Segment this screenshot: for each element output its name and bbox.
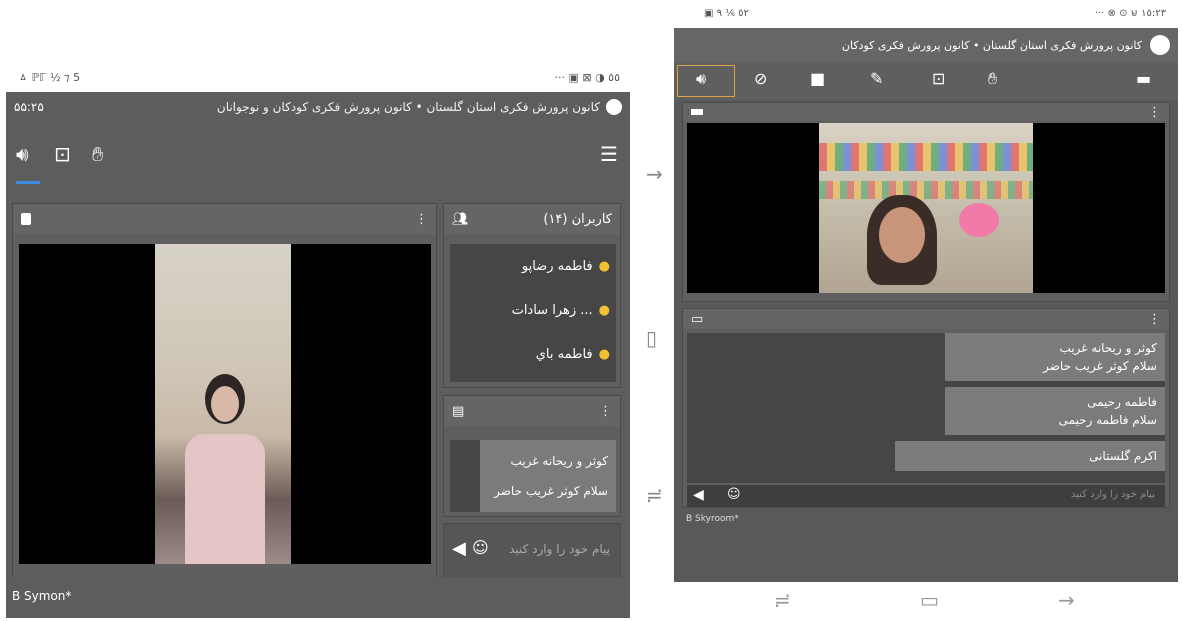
time-label: ۵۵:۲۵ <box>14 100 44 114</box>
chat-message: فاطمه رحیمی سلام فاطمه رحیمی <box>945 387 1165 435</box>
active-tab-indicator <box>16 181 40 184</box>
presentation-icon[interactable]: ⊡ <box>54 142 71 166</box>
menu-icon[interactable]: ▬ <box>1136 69 1151 88</box>
recent-apps-icon[interactable]: ≓ <box>774 588 791 612</box>
send-icon[interactable]: ◀ <box>452 538 466 559</box>
chat-message: اکرم گلستانی <box>895 441 1165 471</box>
speaker-icon[interactable]: 🔊︎ <box>696 69 706 89</box>
more-options-icon[interactable]: ⋮ <box>1148 105 1161 120</box>
participant-video <box>819 123 1033 293</box>
more-options-icon[interactable]: ⋮ <box>1148 312 1161 327</box>
emoji-icon[interactable]: ☺ <box>727 487 741 502</box>
raise-hand-icon[interactable]: ✋︎ <box>92 142 103 166</box>
chat-messages: کوثر و ریحانه غریب سلام کوثر غریب حاضر <box>450 440 616 512</box>
status-left: ▣ ٥٢ ⅙ ٩ <box>704 7 749 19</box>
video-area <box>687 123 1165 293</box>
chat-icon: ▭ <box>691 311 704 327</box>
recent-apps-icon[interactable]: ≓ <box>646 483 663 507</box>
arrow-right-icon[interactable]: → <box>646 162 663 186</box>
status-right: ··· ⊗ ⊙ ⊌ ١٥:٢٣ <box>1094 7 1166 19</box>
emoji-icon[interactable]: ☺ <box>472 538 489 557</box>
send-icon[interactable]: ◀ <box>693 487 704 503</box>
user-avatar-icon[interactable] <box>606 99 622 115</box>
list-item[interactable]: فاطمه رضاپو ● <box>450 244 616 288</box>
portrait-screenshot: ▣ ٥٢ ⅙ ٩ ··· ⊗ ⊙ ⊌ ١٥:٢٣ کانون پرورش فکر… <box>674 0 1178 621</box>
chat-panel-header: ▭ ⋮ <box>683 309 1169 329</box>
chat-icon: ▤ <box>452 403 465 419</box>
status-right: ··· ▣ ⊠ ◑ ٥٥ <box>554 70 620 84</box>
chat-input[interactable]: پیام خود را وارد کنید <box>1071 489 1155 500</box>
user-avatar-icon[interactable] <box>1150 35 1170 55</box>
menu-icon[interactable]: ☰ <box>600 142 618 166</box>
pen-icon[interactable]: ✎ <box>870 69 883 88</box>
title-bar: ۵۵:۲۵ کانون پرورش فکری استان گلستان • کا… <box>6 92 630 122</box>
users-panel-header: 👥︎ کاربران (۱۴) <box>444 204 620 234</box>
toolbar: 🔊︎ ⊘ ■ ✎ ⊡ ✋︎ ▬ <box>674 62 1178 100</box>
chat-message: کوثر و ریحانه غریب سلام کوثر غریب حاضر <box>480 440 616 512</box>
chat-message: کوثر و ریحانه غریب سلام کوثر غریب حاضر <box>945 333 1165 381</box>
status-left: ㅿ ℙℾ ½ ⁊ 5 <box>18 71 81 84</box>
footer: B Symon* <box>6 577 630 618</box>
video-area <box>19 244 431 564</box>
title-bar: کانون پرورش فکری استان گلستان • کانون پر… <box>674 28 1178 62</box>
square-icon[interactable]: ▯ <box>646 326 657 350</box>
presentation-icon[interactable]: ⊡ <box>932 69 945 88</box>
more-options-icon[interactable]: ⋮ <box>599 404 612 419</box>
chat-panel: ▤ ⋮ کوثر و ریحانه غریب سلام کوثر غریب حا… <box>443 395 621 517</box>
status-bar: ▣ ٥٢ ⅙ ٩ ··· ⊗ ⊙ ⊌ ١٥:٢٣ <box>674 0 1178 26</box>
android-nav-bar: ≓ ▭ → <box>674 582 1178 621</box>
users-list: فاطمه رضاپو ● زهرا سادات ... ● فاطمه باي ● <box>450 244 616 382</box>
toolbar: 🔊︎ ⊡ ✋︎ ☰ <box>6 122 630 197</box>
user-icon: ● <box>598 258 610 274</box>
footer-text: B Symon* <box>12 589 72 603</box>
list-item[interactable]: زهرا سادات ... ● <box>450 288 616 332</box>
chat-input[interactable]: پیام خود را وارد کنید <box>509 542 610 556</box>
square-icon[interactable]: ▭ <box>920 588 939 612</box>
camera-off-icon[interactable]: ⊘ <box>754 69 767 88</box>
video-panel: ⋮ <box>682 102 1170 302</box>
speaker-icon[interactable]: 🔊︎ <box>16 142 29 166</box>
user-icon: ● <box>598 302 610 318</box>
main-content: ⋮ ▭ ⋮ کوثر و ریحانه غریب سلام کوثر غریب … <box>674 100 1178 582</box>
chat-input-bar: ◀ ☺ پیام خود را وارد کنید <box>443 523 621 579</box>
camera-icon <box>21 213 31 225</box>
users-icon: 👥︎ <box>452 211 469 227</box>
chat-input-bar: ◀ ☺ پیام خود را وارد کنید <box>687 485 1165 507</box>
camera-icon[interactable]: ■ <box>810 69 825 88</box>
footer-text: B Skyroom* <box>686 514 739 524</box>
status-bar: ㅿ ℙℾ ½ ⁊ 5 ··· ▣ ⊠ ◑ ٥٥ <box>6 62 630 92</box>
user-icon: ● <box>598 346 610 362</box>
chat-panel-header: ▤ ⋮ <box>444 396 620 426</box>
raise-hand-icon[interactable]: ✋︎ <box>988 69 997 89</box>
landscape-screenshot: ㅿ ℙℾ ½ ⁊ 5 ··· ▣ ⊠ ◑ ٥٥ ۵۵:۲۵ کانون پرور… <box>6 62 630 618</box>
arrow-right-icon[interactable]: → <box>1058 588 1075 612</box>
camera-icon <box>691 109 703 115</box>
users-panel: 👥︎ کاربران (۱۴) فاطمه رضاپو ● زهرا سادات … <box>443 203 621 388</box>
page-title: کانون پرورش فکری استان گلستان • کانون پر… <box>841 38 1142 52</box>
chat-messages: کوثر و ریحانه غریب سلام کوثر غریب حاضر ف… <box>687 333 1165 483</box>
video-panel: ⋮ <box>12 203 437 587</box>
list-item[interactable]: فاطمه باي ● <box>450 332 616 376</box>
participant-video <box>155 244 291 564</box>
video-panel-header: ⋮ <box>13 204 436 234</box>
more-options-icon[interactable]: ⋮ <box>415 212 428 227</box>
chat-panel: ▭ ⋮ کوثر و ریحانه غریب سلام کوثر غریب حا… <box>682 308 1170 508</box>
video-panel-header: ⋮ <box>683 103 1169 121</box>
page-title: کانون پرورش فکری استان گلستان • کانون پر… <box>216 100 600 114</box>
main-content: ⋮ 👥︎ کاربران (۱۴) فاطمه رضاپو ● زهرا سادا… <box>6 197 630 597</box>
users-title: کاربران (۱۴) <box>543 211 612 227</box>
